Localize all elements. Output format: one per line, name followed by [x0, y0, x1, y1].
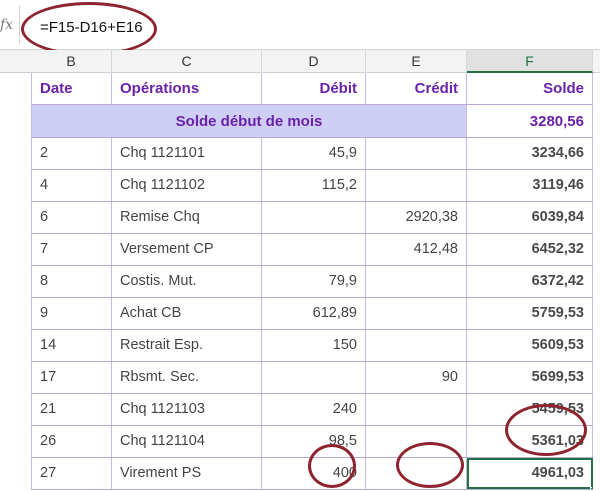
balance-cell[interactable]: 5759,53 — [467, 298, 593, 329]
opening-balance-row: Solde début de mois 3280,56 — [31, 105, 593, 138]
credit-cell[interactable] — [366, 330, 467, 361]
formula-input[interactable]: =F15-D16+E16 — [40, 19, 143, 36]
debit-cell[interactable]: 400 — [262, 458, 366, 489]
balance-cell[interactable]: 5609,53 — [467, 330, 593, 361]
operation-cell[interactable]: Costis. Mut. — [112, 266, 262, 297]
header-debit[interactable]: Débit — [262, 73, 366, 104]
date-cell[interactable]: 26 — [31, 426, 112, 457]
balance-cell[interactable]: 5361,03 — [467, 426, 593, 457]
column-header-c[interactable]: C — [112, 50, 262, 73]
table-row: 27 Virement PS 400 4961,03 — [31, 458, 593, 490]
balance-cell[interactable]: 5459,53 — [467, 394, 593, 425]
operation-cell[interactable]: Chq 1121102 — [112, 170, 262, 201]
balance-cell[interactable]: 6039,84 — [467, 202, 593, 233]
column-header-b[interactable]: B — [31, 50, 112, 73]
opening-balance-value[interactable]: 3280,56 — [467, 105, 593, 137]
balance-cell[interactable]: 4961,03 — [467, 458, 593, 489]
table-row: 7 Versement CP 412,48 6452,32 — [31, 234, 593, 266]
operation-cell[interactable]: Virement PS — [112, 458, 262, 489]
date-cell[interactable]: 4 — [31, 170, 112, 201]
debit-cell[interactable]: 45,9 — [262, 138, 366, 169]
balance-cell[interactable]: 6452,32 — [467, 234, 593, 265]
date-cell[interactable]: 21 — [31, 394, 112, 425]
date-cell[interactable]: 6 — [31, 202, 112, 233]
credit-cell[interactable] — [366, 394, 467, 425]
date-cell[interactable]: 8 — [31, 266, 112, 297]
date-cell[interactable]: 17 — [31, 362, 112, 393]
credit-cell[interactable] — [366, 426, 467, 457]
column-header-f[interactable]: F — [467, 50, 593, 73]
debit-cell[interactable]: 115,2 — [262, 170, 366, 201]
formula-bar-separator — [19, 6, 20, 44]
operation-cell[interactable]: Chq 1121103 — [112, 394, 262, 425]
operation-cell[interactable]: Chq 1121101 — [112, 138, 262, 169]
date-cell[interactable]: 7 — [31, 234, 112, 265]
credit-cell[interactable] — [366, 138, 467, 169]
balance-cell[interactable]: 6372,42 — [467, 266, 593, 297]
operation-cell[interactable]: Versement CP — [112, 234, 262, 265]
spreadsheet-grid: Date Opérations Débit Crédit Solde Solde… — [0, 73, 600, 491]
operation-cell[interactable]: Restrait Esp. — [112, 330, 262, 361]
date-cell[interactable]: 14 — [31, 330, 112, 361]
column-header-d[interactable]: D — [262, 50, 366, 73]
table-row: 2 Chq 1121101 45,9 3234,66 — [31, 138, 593, 170]
date-cell[interactable]: 27 — [31, 458, 112, 489]
operation-cell[interactable]: Remise Chq — [112, 202, 262, 233]
credit-cell[interactable]: 2920,38 — [366, 202, 467, 233]
table-header-row: Date Opérations Débit Crédit Solde — [31, 73, 593, 105]
credit-cell[interactable]: 412,48 — [366, 234, 467, 265]
column-header-bar: B C D E F — [0, 50, 600, 73]
credit-cell[interactable] — [366, 458, 467, 489]
column-header-e[interactable]: E — [366, 50, 467, 73]
credit-cell[interactable] — [366, 266, 467, 297]
operation-cell[interactable]: Rbsmt. Sec. — [112, 362, 262, 393]
formula-bar: fx =F15-D16+E16 — [0, 0, 600, 56]
table-row: 14 Restrait Esp. 150 5609,53 — [31, 330, 593, 362]
table-row: 21 Chq 1121103 240 5459,53 — [31, 394, 593, 426]
debit-cell[interactable] — [262, 234, 366, 265]
debit-cell[interactable]: 98,5 — [262, 426, 366, 457]
header-balance[interactable]: Solde — [467, 73, 593, 104]
header-date[interactable]: Date — [31, 73, 112, 104]
table-row: 17 Rbsmt. Sec. 90 5699,53 — [31, 362, 593, 394]
opening-balance-label[interactable]: Solde début de mois — [31, 105, 467, 137]
date-cell[interactable]: 2 — [31, 138, 112, 169]
header-operations[interactable]: Opérations — [112, 73, 262, 104]
table-row: 4 Chq 1121102 115,2 3119,46 — [31, 170, 593, 202]
balance-cell[interactable]: 3119,46 — [467, 170, 593, 201]
credit-cell[interactable] — [366, 170, 467, 201]
fill-handle[interactable] — [590, 487, 592, 489]
operation-cell[interactable]: Chq 1121104 — [112, 426, 262, 457]
fx-icon[interactable]: fx — [0, 17, 20, 37]
debit-cell[interactable]: 612,89 — [262, 298, 366, 329]
table-row: 8 Costis. Mut. 79,9 6372,42 — [31, 266, 593, 298]
debit-cell[interactable] — [262, 362, 366, 393]
table-row: 9 Achat CB 612,89 5759,53 — [31, 298, 593, 330]
table-row: 26 Chq 1121104 98,5 5361,03 — [31, 426, 593, 458]
debit-cell[interactable]: 150 — [262, 330, 366, 361]
balance-cell[interactable]: 3234,66 — [467, 138, 593, 169]
credit-cell[interactable] — [366, 298, 467, 329]
table-row: 6 Remise Chq 2920,38 6039,84 — [31, 202, 593, 234]
balance-cell[interactable]: 5699,53 — [467, 362, 593, 393]
header-credit[interactable]: Crédit — [366, 73, 467, 104]
debit-cell[interactable] — [262, 202, 366, 233]
date-cell[interactable]: 9 — [31, 298, 112, 329]
credit-cell[interactable]: 90 — [366, 362, 467, 393]
operation-cell[interactable]: Achat CB — [112, 298, 262, 329]
debit-cell[interactable]: 79,9 — [262, 266, 366, 297]
debit-cell[interactable]: 240 — [262, 394, 366, 425]
